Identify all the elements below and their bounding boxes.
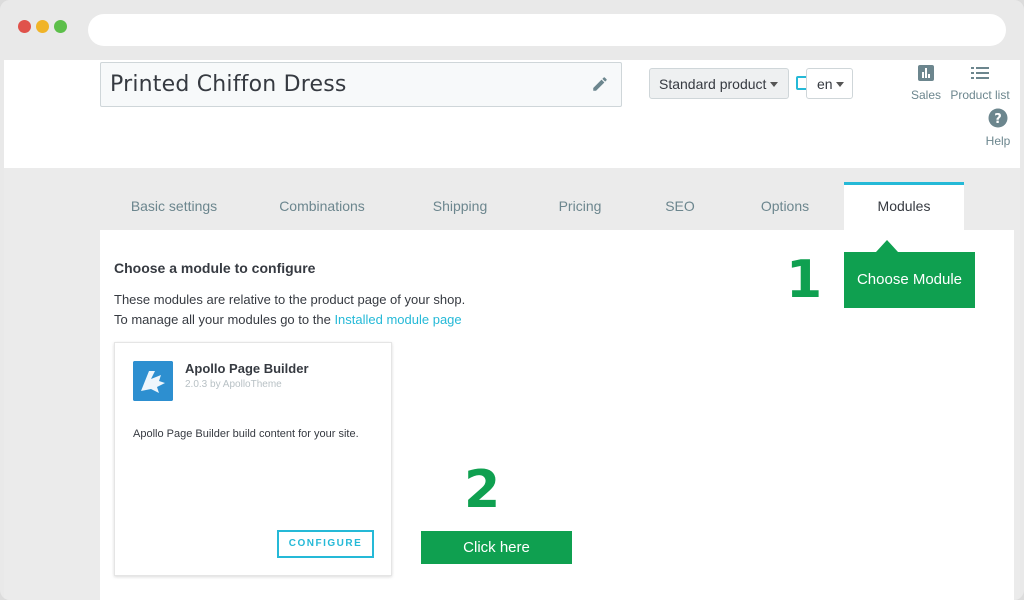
installed-modules-link[interactable]: Installed module page [334,312,461,327]
tab-pricing[interactable]: Pricing [530,182,630,230]
panel-description-line2: To manage all your modules go to the Ins… [114,310,465,330]
annotation-step1-number: 1 [786,250,823,310]
bar-chart-icon [918,65,934,81]
apollo-logo-icon [133,361,173,401]
sales-label: Sales [910,88,942,102]
module-card: Apollo Page Builder 2.0.3 by ApolloTheme… [114,342,392,576]
product-name-value: Printed Chiffon Dress [110,72,347,97]
annotation-step2-number: 2 [464,460,501,520]
close-window-dot[interactable] [18,20,31,33]
sales-button[interactable]: Sales [908,64,944,102]
list-icon [971,67,989,79]
minimize-window-dot[interactable] [36,20,49,33]
svg-text:?: ? [994,112,1002,127]
pencil-icon[interactable] [591,75,609,93]
panel-title: Choose a module to configure [114,260,316,276]
tab-basic-settings[interactable]: Basic settings [100,182,248,230]
language-select[interactable]: en [806,68,853,99]
chevron-down-icon [836,82,844,87]
product-header: Printed Chiffon Dress Standard product e… [4,60,1020,168]
product-list-button[interactable]: Product list [948,64,1012,102]
product-type-select[interactable]: Standard product [649,68,789,99]
annotation-step1-label: Choose Module [844,252,975,308]
product-list-label: Product list [950,88,1010,102]
language-value: en [817,76,833,92]
product-tabs: Basic settings Combinations Shipping Pri… [100,182,964,230]
panel-description: These modules are relative to the produc… [114,290,465,330]
tab-seo[interactable]: SEO [640,182,720,230]
browser-window: Printed Chiffon Dress Standard product e… [0,0,1024,600]
annotation-step2-label: Click here [421,531,572,564]
product-type-value: Standard product [659,76,767,92]
help-label: Help [985,134,1011,148]
configure-button[interactable]: CONFIGURE [277,530,374,558]
tab-shipping[interactable]: Shipping [400,182,520,230]
module-name: Apollo Page Builder [185,361,309,376]
annotation-pointer [876,240,898,252]
help-icon: ? [988,108,1008,128]
product-edit-page: Printed Chiffon Dress Standard product e… [4,60,1020,600]
panel-description-line1: These modules are relative to the produc… [114,292,466,307]
tab-combinations[interactable]: Combinations [250,182,394,230]
chevron-down-icon [770,82,778,87]
tab-modules[interactable]: Modules [844,182,964,230]
module-version: 2.0.3 by ApolloTheme [185,379,282,390]
browser-chrome [0,0,1024,60]
address-bar[interactable] [88,14,1006,46]
maximize-window-dot[interactable] [54,20,67,33]
product-name-field[interactable]: Printed Chiffon Dress [100,62,622,107]
tab-options[interactable]: Options [730,182,840,230]
help-button[interactable]: ? Help [980,108,1016,148]
panel-description-prefix: To manage all your modules go to the [114,312,331,327]
module-description: Apollo Page Builder build content for yo… [133,428,359,440]
